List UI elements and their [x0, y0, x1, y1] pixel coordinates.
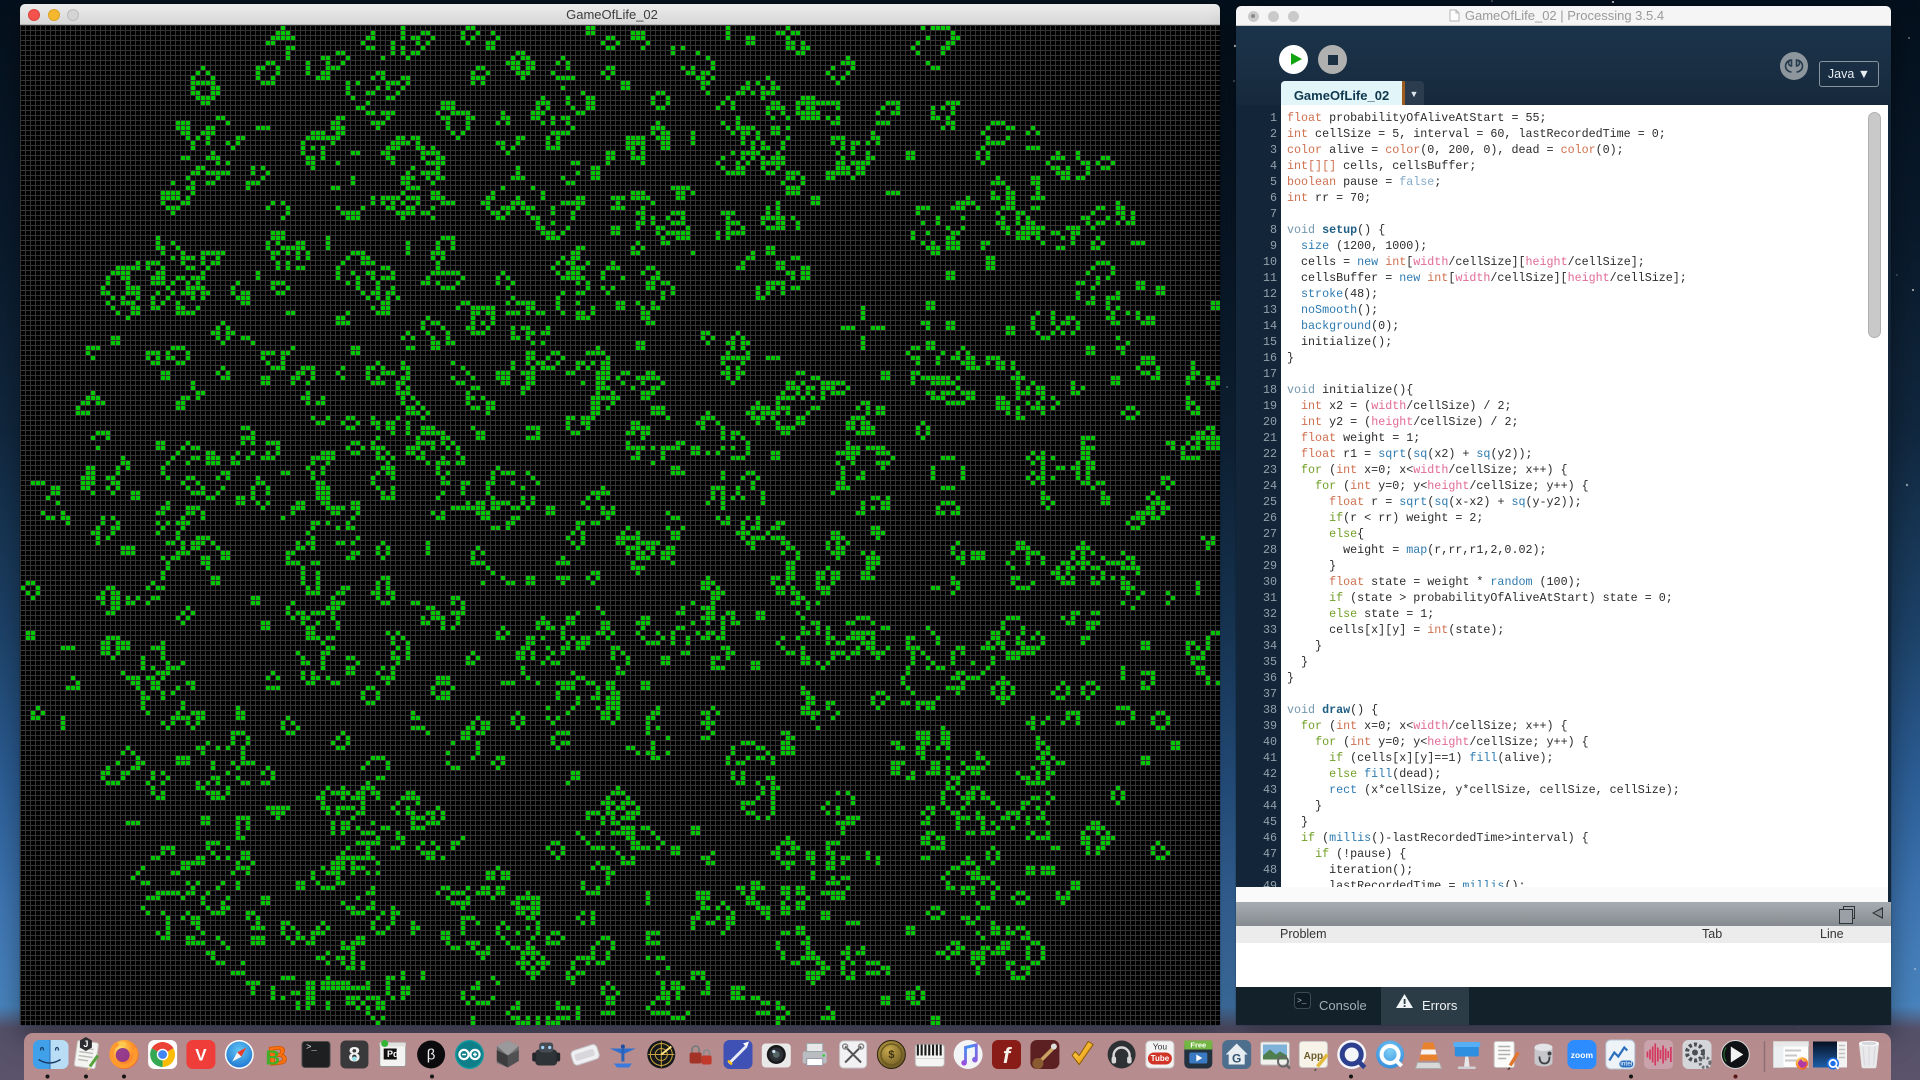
svg-text:Tube: Tube [1151, 1054, 1170, 1063]
svg-text:β: β [427, 1047, 436, 1064]
svg-text:Free: Free [1190, 1041, 1206, 1050]
svg-text:$: $ [888, 1049, 894, 1061]
svg-text:V: V [195, 1046, 207, 1065]
svg-text:>_: >_ [306, 1043, 317, 1053]
svg-text:You: You [1153, 1042, 1168, 1052]
svg-text:B: B [265, 1048, 279, 1070]
svg-text:8: 8 [349, 1044, 361, 1067]
svg-text:Pd: Pd [387, 1049, 399, 1059]
svg-text:>_: >_ [1297, 997, 1307, 1006]
svg-text:G: G [1232, 1052, 1241, 1066]
svg-text:App: App [1304, 1051, 1323, 1062]
svg-text:intel: intel [1620, 1061, 1632, 1068]
svg-text:J: J [83, 1039, 88, 1049]
svg-text:zoom: zoom [1571, 1050, 1594, 1060]
